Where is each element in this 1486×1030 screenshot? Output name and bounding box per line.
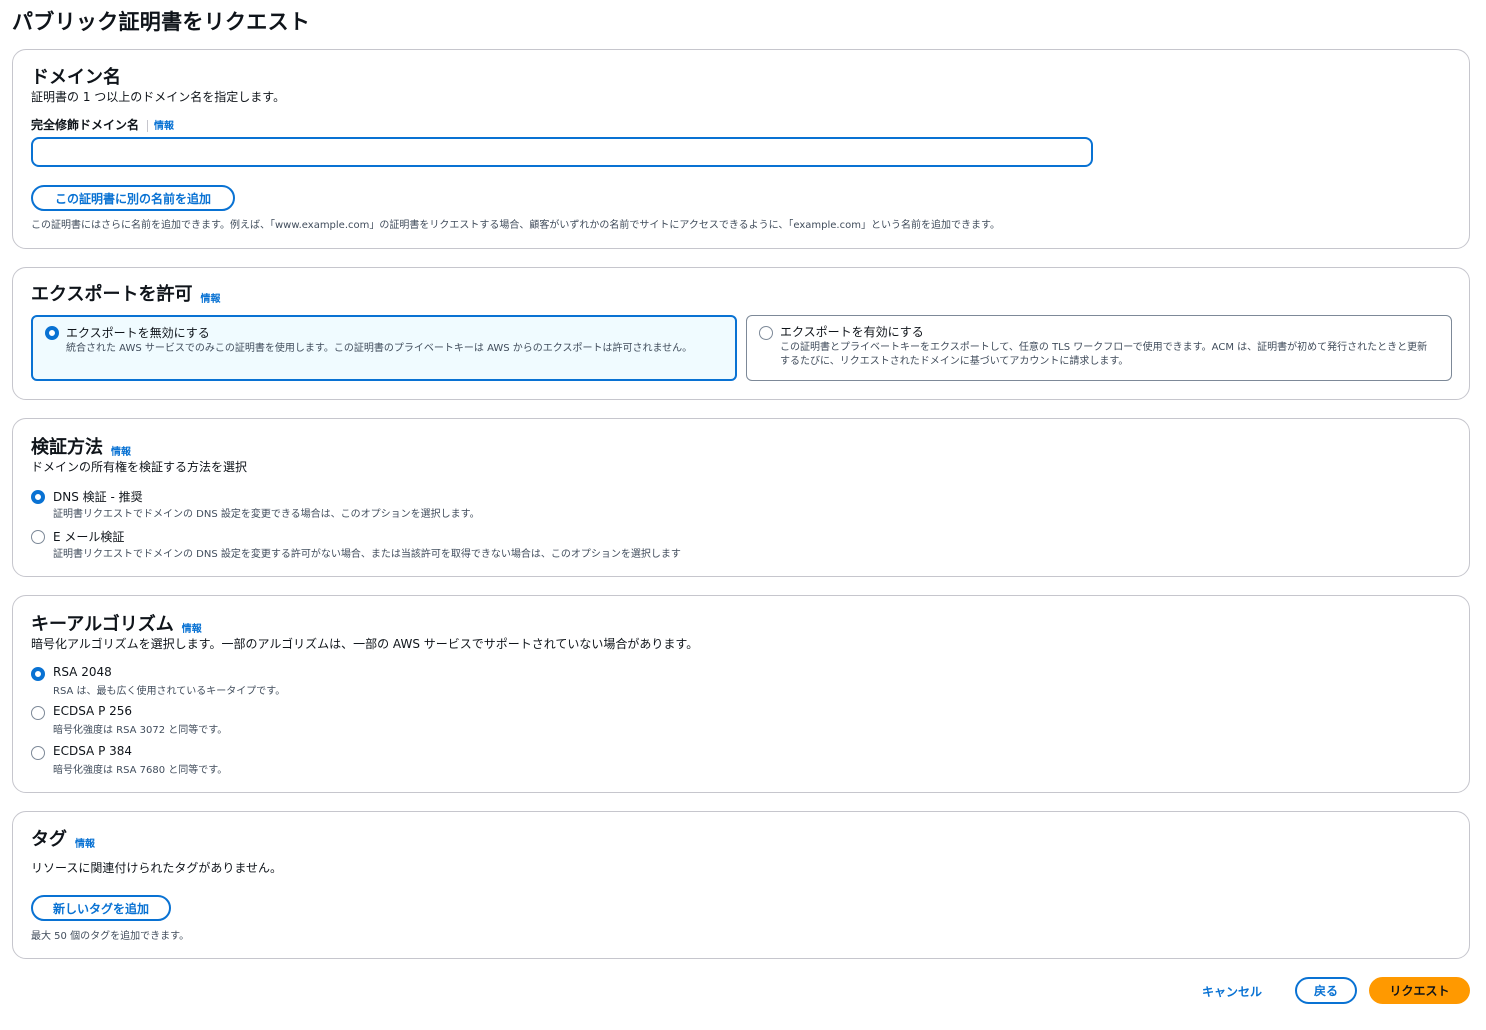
- radio-selected-icon[interactable]: [31, 490, 45, 504]
- validation-info-link[interactable]: 情報: [111, 447, 131, 458]
- tags-empty-text: リソースに関連付けられたタグがありません。: [31, 861, 283, 875]
- add-name-hint: この証明書にはさらに名前を追加できます。例えば、「www.example.com…: [31, 220, 1000, 231]
- page-title: パブリック証明書をリクエスト: [12, 10, 311, 34]
- domain-panel-title: ドメイン名: [31, 67, 121, 88]
- rsa-2048-description: RSA は、最も広く使用されているキータイプです。: [53, 686, 286, 697]
- export-enable-description: この証明書とプライベートキーをエクスポートして、任意の TLS ワークフローで使…: [780, 342, 1428, 367]
- fqdn-input[interactable]: [31, 137, 1093, 167]
- request-button[interactable]: リクエスト: [1369, 977, 1470, 1004]
- export-disable-label: エクスポートを無効にする: [66, 326, 210, 340]
- radio-unselected-icon[interactable]: [31, 706, 45, 720]
- label-divider: [147, 119, 149, 132]
- fqdn-label-text: 完全修飾ドメイン名: [31, 118, 140, 132]
- tags-limit-text: 最大 50 個のタグを追加できます。: [31, 931, 190, 942]
- validation-title-text: 検証方法: [31, 437, 103, 458]
- validation-panel-title: 検証方法 情報: [31, 433, 131, 459]
- radio-selected-icon[interactable]: [31, 667, 45, 681]
- ecdsa-p256-label: ECDSA P 256: [53, 704, 133, 718]
- email-validation-description: 証明書リクエストでドメインの DNS 設定を変更する許可がない場合、または当該許…: [53, 549, 681, 560]
- validation-panel: 検証方法 情報 ドメインの所有権を検証する方法を選択 DNS 検証 - 推奨 証明…: [12, 418, 1470, 577]
- email-validation-label: E メール検証: [53, 530, 125, 544]
- key-info-link[interactable]: 情報: [182, 624, 202, 635]
- tags-panel: タグ 情報 リソースに関連付けられたタグがありません。 新しいタグを追加 最大 5…: [12, 811, 1470, 959]
- domain-panel-description: 証明書の 1 つ以上のドメイン名を指定します。: [31, 90, 286, 104]
- export-disable-tile[interactable]: エクスポートを無効にする 統合された AWS サービスでのみこの証明書を使用しま…: [31, 315, 737, 381]
- radio-selected-icon[interactable]: [45, 326, 59, 340]
- tags-title-text: タグ: [31, 829, 67, 850]
- radio-unselected-icon[interactable]: [759, 326, 773, 340]
- add-new-tag-button[interactable]: 新しいタグを追加: [31, 895, 171, 921]
- tags-panel-title: タグ 情報: [31, 825, 95, 851]
- tags-info-link[interactable]: 情報: [75, 839, 95, 850]
- export-panel-title: エクスポートを許可 情報: [31, 280, 220, 306]
- rsa-2048-label: RSA 2048: [53, 665, 112, 679]
- fqdn-field-label: 完全修飾ドメイン名 情報: [31, 116, 174, 133]
- export-title-text: エクスポートを許可: [31, 284, 193, 305]
- ecdsa-p256-description: 暗号化強度は RSA 3072 と同等です。: [53, 725, 228, 736]
- dns-validation-label: DNS 検証 - 推奨: [53, 490, 143, 504]
- export-enable-label: エクスポートを有効にする: [780, 325, 924, 339]
- export-disable-description: 統合された AWS サービスでのみこの証明書を使用します。この証明書のプライベー…: [66, 343, 693, 354]
- export-panel: エクスポートを許可 情報 エクスポートを無効にする 統合された AWS サービスで…: [12, 267, 1470, 400]
- key-algorithm-panel: キーアルゴリズム 情報 暗号化アルゴリズムを選択します。一部のアルゴリズムは、一部…: [12, 595, 1470, 793]
- add-another-name-button[interactable]: この証明書に別の名前を追加: [31, 185, 235, 211]
- domain-name-panel: ドメイン名 証明書の 1 つ以上のドメイン名を指定します。 完全修飾ドメイン名 情…: [12, 49, 1470, 249]
- ecdsa-p384-description: 暗号化強度は RSA 7680 と同等です。: [53, 765, 228, 776]
- radio-unselected-icon[interactable]: [31, 530, 45, 544]
- fqdn-info-link[interactable]: 情報: [154, 121, 174, 132]
- radio-unselected-icon[interactable]: [31, 746, 45, 760]
- cancel-link[interactable]: キャンセル: [1202, 983, 1262, 1000]
- validation-panel-description: ドメインの所有権を検証する方法を選択: [31, 460, 248, 474]
- key-panel-description: 暗号化アルゴリズムを選択します。一部のアルゴリズムは、一部の AWS サービスで…: [31, 637, 699, 651]
- back-button[interactable]: 戻る: [1295, 977, 1357, 1004]
- dns-validation-description: 証明書リクエストでドメインの DNS 設定を変更できる場合は、このオプションを選…: [53, 509, 480, 520]
- key-panel-title: キーアルゴリズム 情報: [31, 610, 202, 636]
- export-info-link[interactable]: 情報: [200, 294, 220, 305]
- export-enable-tile[interactable]: エクスポートを有効にする この証明書とプライベートキーをエクスポートして、任意の…: [746, 315, 1452, 381]
- key-title-text: キーアルゴリズム: [31, 614, 174, 635]
- ecdsa-p384-label: ECDSA P 384: [53, 744, 133, 758]
